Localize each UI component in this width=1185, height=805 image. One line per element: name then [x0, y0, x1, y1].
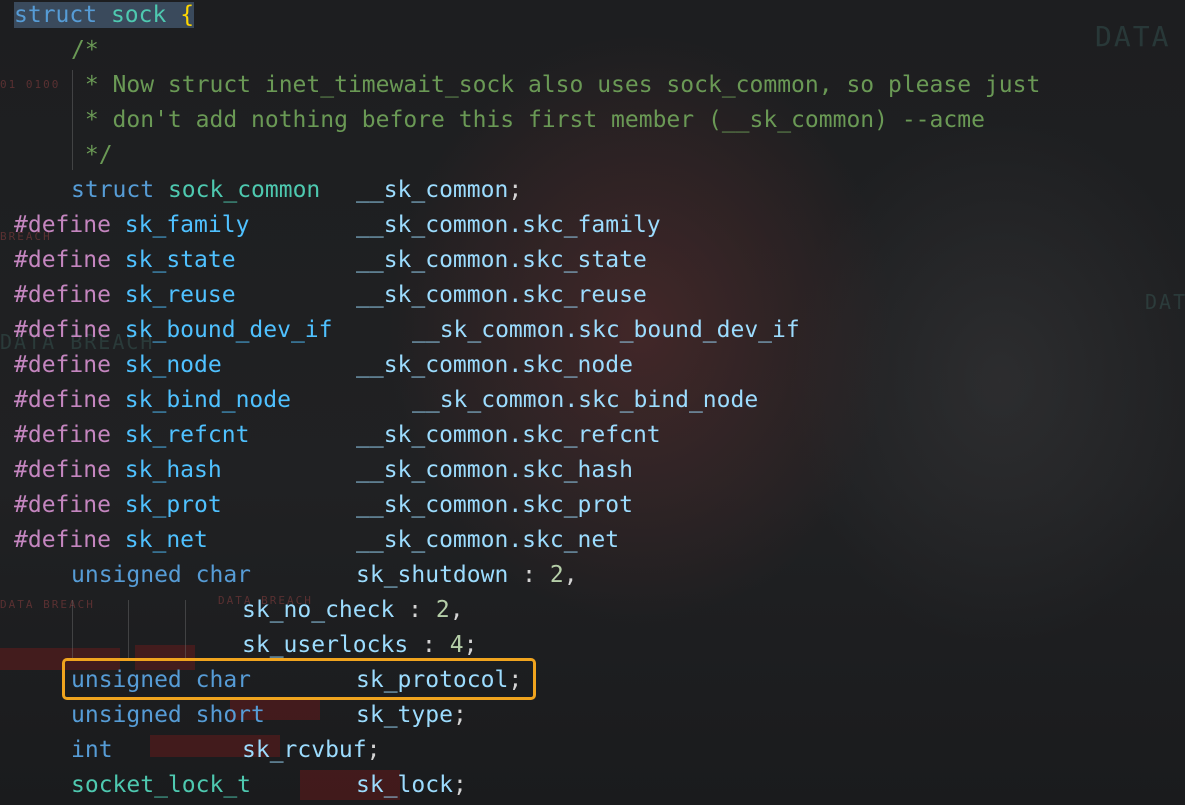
code-define-line: #define sk_hash __sk_common.skc_hash [14, 457, 633, 483]
indent-guide [185, 600, 186, 660]
bg-text-data-top-right: DATA [1095, 20, 1171, 53]
code-line-bitfield: unsigned char sk_shutdown : 2, [71, 562, 578, 588]
code-define-line: #define sk_state __sk_common.skc_state [14, 247, 647, 273]
code-line-sk-type: unsigned short sk_type; [71, 702, 467, 728]
code-define-line: #define sk_bind_node __sk_common.skc_bind… [14, 387, 759, 413]
code-comment-line: */ [71, 142, 113, 168]
bg-text-data-breach-small-1: DATA BREACH [0, 598, 95, 611]
code-comment-line: * Now struct inet_timewait_sock also use… [71, 72, 1041, 98]
indent-guide [72, 600, 73, 660]
code-define-line: #define sk_net __sk_common.skc_net [14, 527, 620, 553]
highlight-box-sk-protocol [62, 658, 536, 700]
code-line-bitfield: sk_no_check : 2, [242, 597, 464, 623]
bg-text-data-mid-right: DAT [1145, 290, 1185, 314]
code-define-line: #define sk_reuse __sk_common.skc_reuse [14, 282, 647, 308]
code-define-line: #define sk_prot __sk_common.skc_prot [14, 492, 633, 518]
code-line-struct-open: struct sock { [14, 0, 195, 35]
code-comment-line: /* [71, 37, 99, 63]
bg-text-binary: 01 0100 [0, 78, 61, 91]
code-line-sk-common: struct sock_common __sk_common; [71, 177, 523, 203]
code-define-line: #define sk_node __sk_common.skc_node [14, 352, 633, 378]
code-define-line: #define sk_bound_dev_if __sk_common.skc_b… [14, 317, 800, 343]
indent-guide [128, 600, 129, 660]
code-comment-line: * don't add nothing before this first me… [71, 107, 985, 133]
code-define-line: #define sk_refcnt __sk_common.skc_refcnt [14, 422, 661, 448]
code-define-line: #define sk_family __sk_common.skc_family [14, 212, 661, 238]
code-line-sk-rcvbuf: int sk_rcvbuf; [71, 737, 381, 763]
selection-highlight: struct sock { [14, 2, 195, 28]
code-line-sk-lock: socket_lock_t sk_lock; [71, 772, 467, 798]
